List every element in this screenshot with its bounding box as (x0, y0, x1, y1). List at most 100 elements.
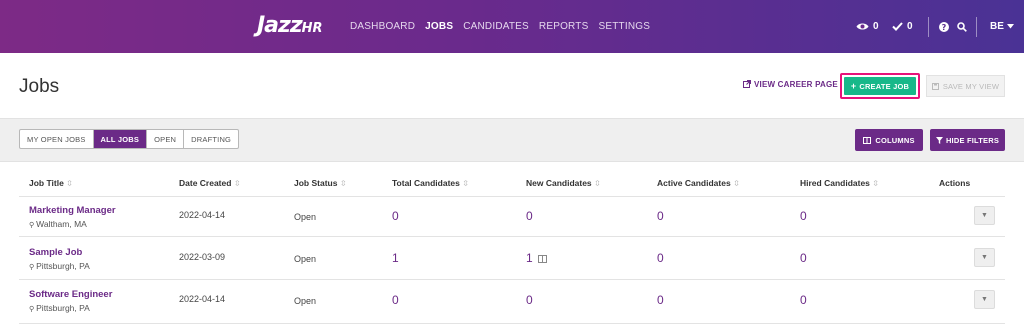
row-actions-dropdown[interactable]: ▼ (974, 206, 995, 225)
floppy-icon (931, 82, 939, 90)
create-job-button[interactable]: + CREATE JOB (844, 77, 916, 95)
new-candidates-link[interactable]: 0 (526, 209, 533, 223)
sort-icon: ⇳ (462, 179, 469, 188)
view-career-page-link[interactable]: VIEW CAREER PAGE (743, 80, 838, 89)
job-date-created: 2022-04-14 (179, 294, 226, 304)
caret-down-icon: ▼ (981, 254, 988, 261)
help-icon: ? (939, 21, 949, 32)
main-nav: DASHBOARD JOBS CANDIDATES REPORTS SETTIN… (350, 0, 650, 53)
columns-label: COLUMNS (875, 135, 915, 145)
hired-candidates-link[interactable]: 0 (800, 251, 807, 265)
jazzhr-logo[interactable]: JazzHR (257, 13, 323, 38)
job-title-link[interactable]: Marketing Manager (29, 205, 116, 216)
columns-icon (863, 136, 872, 144)
columns-button[interactable]: COLUMNS (855, 129, 923, 151)
table-row-divider (19, 323, 1005, 324)
column-header-active-candidates[interactable]: Active Candidates ⇳ (657, 178, 740, 188)
job-location: ⚲ Waltham, MA (29, 219, 87, 229)
job-status: Open (294, 212, 317, 222)
total-candidates-link[interactable]: 1 (392, 251, 399, 265)
nav-settings[interactable]: SETTINGS (598, 21, 650, 32)
job-title-link[interactable]: Sample Job (29, 247, 82, 258)
checks-count: 0 (907, 21, 913, 32)
user-menu[interactable]: BE (990, 0, 1014, 53)
segment-my-open-jobs[interactable]: MY OPEN JOBS (20, 130, 94, 148)
new-candidates-count: 1 (526, 251, 533, 265)
table-divider (19, 196, 1005, 197)
search-icon (957, 21, 967, 32)
column-header-label: Date Created (179, 178, 232, 188)
segment-drafting[interactable]: DRAFTING (184, 130, 238, 148)
table-row-divider (19, 279, 1005, 280)
caret-down-icon: ▼ (981, 296, 988, 303)
top-navbar: JazzHR DASHBOARD JOBS CANDIDATES REPORTS… (0, 0, 1024, 53)
job-title-link[interactable]: Software Engineer (29, 289, 112, 300)
sort-icon: ⇳ (66, 179, 73, 188)
nav-dashboard[interactable]: DASHBOARD (350, 21, 415, 32)
calendar-icon (537, 255, 547, 263)
nav-divider (976, 17, 977, 37)
total-candidates-link[interactable]: 0 (392, 209, 399, 223)
column-header-label: New Candidates (526, 178, 592, 188)
job-location-text: Waltham, MA (36, 219, 87, 229)
sort-icon: ⇳ (339, 179, 347, 188)
column-header-job-status[interactable]: Job Status ⇳ (294, 178, 347, 188)
save-my-view-button[interactable]: SAVE MY VIEW (926, 75, 1005, 97)
column-header-date-created[interactable]: Date Created ⇳ (179, 178, 241, 188)
svg-text:?: ? (942, 23, 947, 32)
active-candidates-link[interactable]: 0 (657, 293, 664, 307)
views-count: 0 (873, 21, 879, 32)
map-pin-icon: ⚲ (29, 306, 35, 313)
active-candidates-link[interactable]: 0 (657, 209, 664, 223)
hired-candidates-link[interactable]: 0 (800, 293, 807, 307)
sort-icon: ⇳ (872, 179, 879, 188)
job-status: Open (294, 296, 317, 306)
row-actions-dropdown[interactable]: ▼ (974, 290, 995, 309)
plus-icon: + (850, 81, 857, 91)
hide-filters-label: HIDE FILTERS (945, 135, 1000, 145)
job-location-text: Pittsburgh, PA (36, 303, 90, 313)
eye-icon (856, 23, 869, 30)
map-pin-icon: ⚲ (29, 222, 35, 229)
total-candidates-link[interactable]: 0 (392, 293, 399, 307)
segment-open[interactable]: OPEN (147, 130, 185, 148)
new-candidates-link[interactable]: 1 (526, 251, 547, 265)
column-header-label: Active Candidates (657, 178, 731, 188)
external-link-icon (743, 80, 751, 88)
view-career-page-label: VIEW CAREER PAGE (754, 80, 838, 89)
create-job-label: CREATE JOB (859, 81, 910, 91)
column-header-label: Hired Candidates (800, 178, 870, 188)
caret-down-icon (1006, 24, 1014, 29)
nav-jobs[interactable]: JOBS (425, 21, 453, 32)
search-button[interactable] (957, 0, 967, 53)
segment-all-jobs[interactable]: ALL JOBS (93, 130, 148, 148)
column-header-label: Job Title (29, 178, 64, 188)
column-header-actions: Actions (939, 178, 971, 188)
new-candidates-link[interactable]: 0 (526, 293, 533, 307)
hide-filters-button[interactable]: HIDE FILTERS (930, 129, 1005, 151)
job-location: ⚲ Pittsburgh, PA (29, 261, 90, 271)
caret-down-icon: ▼ (981, 212, 988, 219)
sort-icon: ⇳ (233, 179, 241, 188)
nav-candidates[interactable]: CANDIDATES (463, 21, 529, 32)
nav-divider (928, 17, 929, 37)
job-filter-segments: MY OPEN JOBS ALL JOBS OPEN DRAFTING (19, 129, 240, 149)
column-header-total-candidates[interactable]: Total Candidates ⇳ (392, 178, 469, 188)
column-header-hired-candidates[interactable]: Hired Candidates ⇳ (800, 178, 879, 188)
hired-candidates-link[interactable]: 0 (800, 209, 807, 223)
map-pin-icon: ⚲ (29, 264, 35, 271)
checks-indicator[interactable]: 0 (892, 0, 913, 53)
help-button[interactable]: ? (939, 0, 949, 53)
column-header-new-candidates[interactable]: New Candidates ⇳ (526, 178, 601, 188)
nav-reports[interactable]: REPORTS (539, 21, 589, 32)
create-job-highlight: + CREATE JOB (840, 73, 920, 99)
views-indicator[interactable]: 0 (856, 0, 879, 53)
check-icon (892, 22, 903, 31)
column-header-job-title[interactable]: Job Title ⇳ (29, 178, 73, 188)
row-actions-dropdown[interactable]: ▼ (974, 248, 995, 267)
page-title: Jobs (19, 76, 60, 97)
filter-icon (935, 136, 943, 144)
job-location-text: Pittsburgh, PA (36, 261, 90, 271)
active-candidates-link[interactable]: 0 (657, 251, 664, 265)
sort-icon: ⇳ (594, 179, 601, 188)
